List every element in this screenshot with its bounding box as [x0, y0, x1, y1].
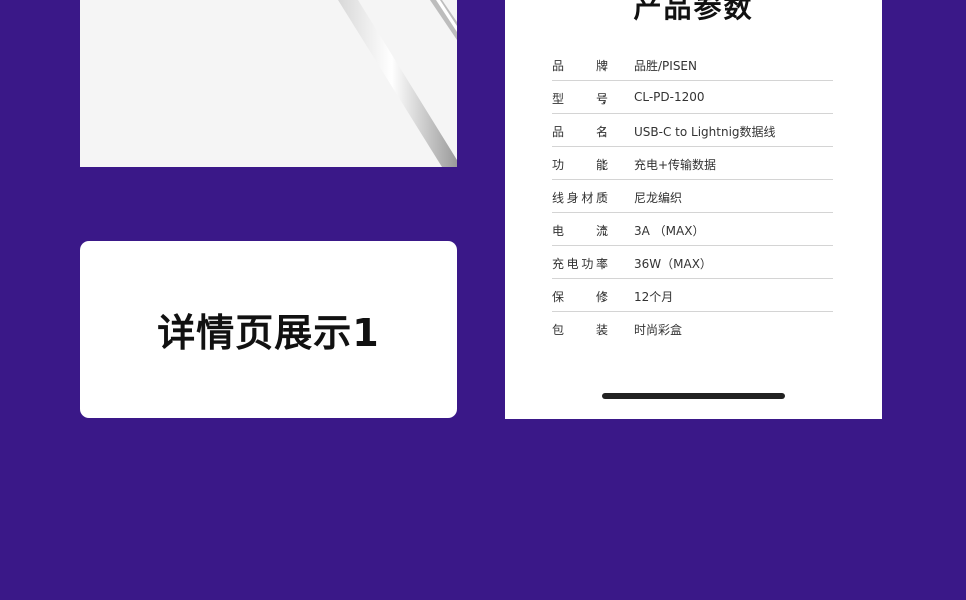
spec-row-model: 型 号 ： CL-PD-1200: [552, 81, 833, 114]
spec-colon: ：: [601, 158, 614, 172]
spec-value: 时尚彩盒: [634, 323, 683, 337]
detail-showcase-title: 详情页展示1: [157, 311, 380, 355]
spec-colon: ：: [601, 323, 614, 337]
spec-value: CL-PD-1200: [634, 90, 705, 104]
spec-table: 品 牌 ： 品胜/PISEN 型 号 ： CL-PD-1200 品 名 ： US…: [552, 48, 833, 344]
spec-colon: ：: [601, 125, 614, 139]
spec-row-function: 功 能 ： 充电+传输数据: [552, 147, 833, 180]
spec-row-material: 线身材质 ： 尼龙编织: [552, 180, 833, 213]
spec-label: 电 流: [552, 224, 608, 238]
spec-row-power: 充电功率 ： 36W（MAX）: [552, 246, 833, 279]
spec-colon: ：: [601, 191, 614, 205]
spec-label: 线身材质: [552, 191, 608, 205]
spec-colon: ：: [601, 224, 614, 238]
spec-label: 型 号: [552, 92, 608, 106]
spec-label: 品 牌: [552, 59, 608, 73]
spec-title: 产品参数: [633, 0, 754, 24]
product-image-card: [80, 0, 457, 167]
spec-value: 品胜/PISEN: [634, 59, 697, 73]
spec-label: 充电功率: [552, 257, 608, 271]
spec-row-brand: 品 牌 ： 品胜/PISEN: [552, 48, 833, 81]
spec-colon: ：: [601, 59, 614, 73]
spec-value: 12个月: [634, 290, 674, 304]
cable-image: [338, 0, 457, 167]
spec-value: 充电+传输数据: [634, 158, 717, 172]
spec-value: 3A （MAX）: [634, 224, 705, 238]
spec-value: USB-C to Lightnig数据线: [634, 125, 776, 139]
spec-label: 保 修: [552, 290, 608, 304]
spec-label: 功 能: [552, 158, 608, 172]
spec-value: 36W（MAX）: [634, 257, 712, 271]
spec-label: 品 名: [552, 125, 608, 139]
detail-showcase-card: 详情页展示1: [80, 241, 457, 418]
spec-row-product-name: 品 名 ： USB-C to Lightnig数据线: [552, 114, 833, 147]
spec-colon: ：: [601, 257, 614, 271]
spec-row-packaging: 包 装 ： 时尚彩盒: [552, 312, 833, 344]
home-indicator: [602, 393, 785, 399]
spec-colon: ：: [601, 92, 614, 106]
spec-colon: ：: [601, 290, 614, 304]
spec-value: 尼龙编织: [634, 191, 683, 205]
product-spec-card: 产品参数 品 牌 ： 品胜/PISEN 型 号 ： CL-PD-1200 品 名…: [505, 0, 882, 419]
spec-row-current: 电 流 ： 3A （MAX）: [552, 213, 833, 246]
spec-label: 包 装: [552, 323, 608, 337]
spec-row-warranty: 保 修 ： 12个月: [552, 279, 833, 312]
